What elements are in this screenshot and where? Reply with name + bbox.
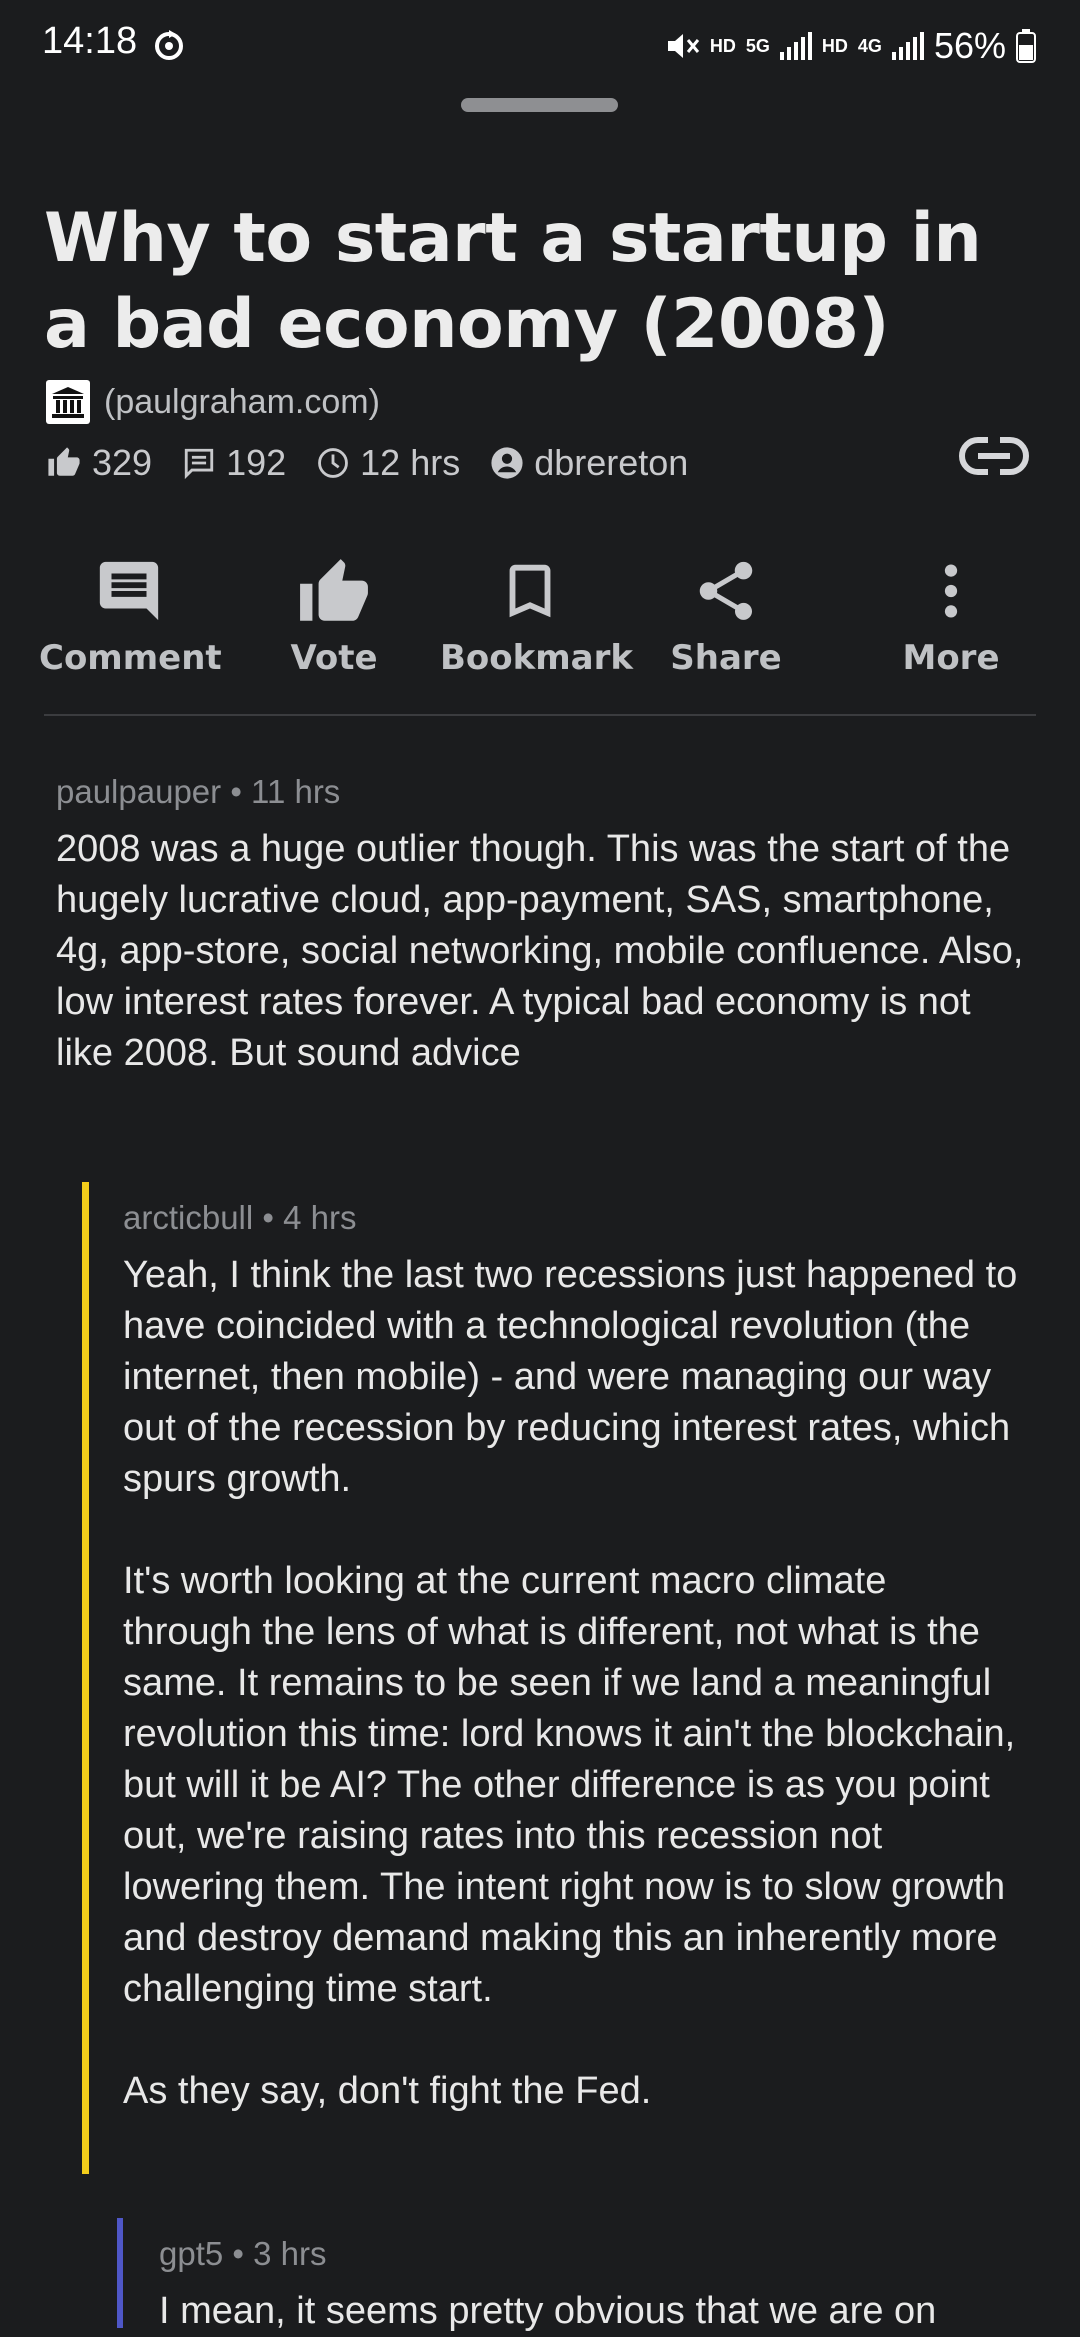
status-time: 14:18 [42, 20, 138, 62]
story-age: 12 hrs [316, 442, 460, 484]
comment-meta[interactable]: gpt5 • 3 hrs [159, 2232, 1039, 2276]
source-domain[interactable]: (paulgraham.com) [104, 383, 380, 422]
comment-paragraph: Yeah, I think the last two recessions ju… [123, 1254, 1018, 1500]
thread-depth-bar [82, 1182, 89, 2174]
points-count: 329 [46, 442, 152, 484]
more-vert-icon [944, 564, 958, 618]
signal-icon [891, 32, 924, 60]
comment[interactable]: paulpauper • 11 hrs 2008 was a huge outl… [56, 770, 1026, 1079]
comments-value: 192 [226, 442, 287, 483]
comment-label: Comment [39, 638, 222, 678]
comment-meta[interactable]: arcticbull • 4 hrs [123, 1196, 1023, 1240]
comment[interactable]: gpt5 • 3 hrs I mean, it seems pretty obv… [159, 2232, 1039, 2337]
thread-depth-bar [117, 2218, 123, 2328]
comment-paragraph: 2008 was a huge outlier though. This was… [56, 828, 1024, 1074]
network-label-2: 4G [857, 35, 882, 56]
comment[interactable]: arcticbull • 4 hrs Yeah, I think the las… [123, 1196, 1023, 2117]
hd-label-1: HD [709, 35, 736, 56]
comment-body: 2008 was a huge outlier though. This was… [56, 824, 1026, 1079]
comment-icon [99, 561, 159, 621]
status-icons: HD 5G HD 4G 56% [666, 22, 1036, 70]
bookmark-button[interactable]: Bookmark [440, 552, 633, 692]
network-label-1: 5G [745, 35, 770, 56]
battery-icon [1016, 29, 1036, 63]
vote-label: Vote [290, 638, 378, 678]
more-button[interactable]: More [861, 552, 1041, 692]
signal-icon [779, 32, 812, 60]
share-label: Share [670, 638, 782, 678]
comment-paragraph: I mean, it seems pretty obvious that we … [159, 2290, 937, 2332]
comment-paragraph: It's worth looking at the current macro … [123, 1560, 1016, 2010]
status-bar: 14:18 HD 5G HD 4G 56% [0, 0, 1080, 92]
divider [44, 714, 1036, 716]
story-meta: 329 192 12 hrs dbrereton [46, 442, 718, 484]
sheet-drag-handle[interactable] [461, 98, 618, 112]
user-icon [491, 447, 523, 479]
comment-paragraph: As they say, don't fight the Fed. [123, 2070, 652, 2112]
story-source[interactable]: (paulgraham.com) [46, 380, 380, 424]
sync-icon [155, 30, 183, 60]
comment-body: I mean, it seems pretty obvious that we … [159, 2286, 1039, 2337]
clock-icon [318, 448, 349, 478]
author-value[interactable]: dbrereton [534, 442, 688, 484]
comment-button[interactable]: Comment [39, 552, 222, 692]
link-icon[interactable] [958, 432, 1030, 480]
vote-button[interactable]: Vote [244, 552, 424, 692]
battery-percent: 56% [933, 25, 1006, 66]
age-value: 12 hrs [360, 442, 461, 483]
comments-count: 192 [182, 442, 286, 484]
more-label: More [902, 638, 1000, 678]
story-author[interactable]: dbrereton [490, 442, 688, 484]
points-value: 329 [92, 442, 153, 483]
site-favicon-icon [46, 380, 90, 424]
comment-meta[interactable]: paulpauper • 11 hrs [56, 770, 1026, 814]
story-title[interactable]: Why to start a startup in a bad economy … [44, 196, 1044, 368]
thumb-up-icon [48, 447, 80, 476]
hd-label-2: HD [821, 35, 848, 56]
mute-icon [667, 34, 700, 58]
story-action-bar: Comment Vote Bookmark Share More [39, 552, 1036, 692]
share-button[interactable]: Share [636, 552, 816, 692]
bookmark-label: Bookmark [440, 638, 633, 678]
vote-icon [300, 559, 368, 621]
share-icon [699, 561, 753, 620]
comment-count-icon [184, 448, 214, 480]
bookmark-icon [509, 564, 551, 618]
comment-body: Yeah, I think the last two recessions ju… [123, 1250, 1023, 2117]
